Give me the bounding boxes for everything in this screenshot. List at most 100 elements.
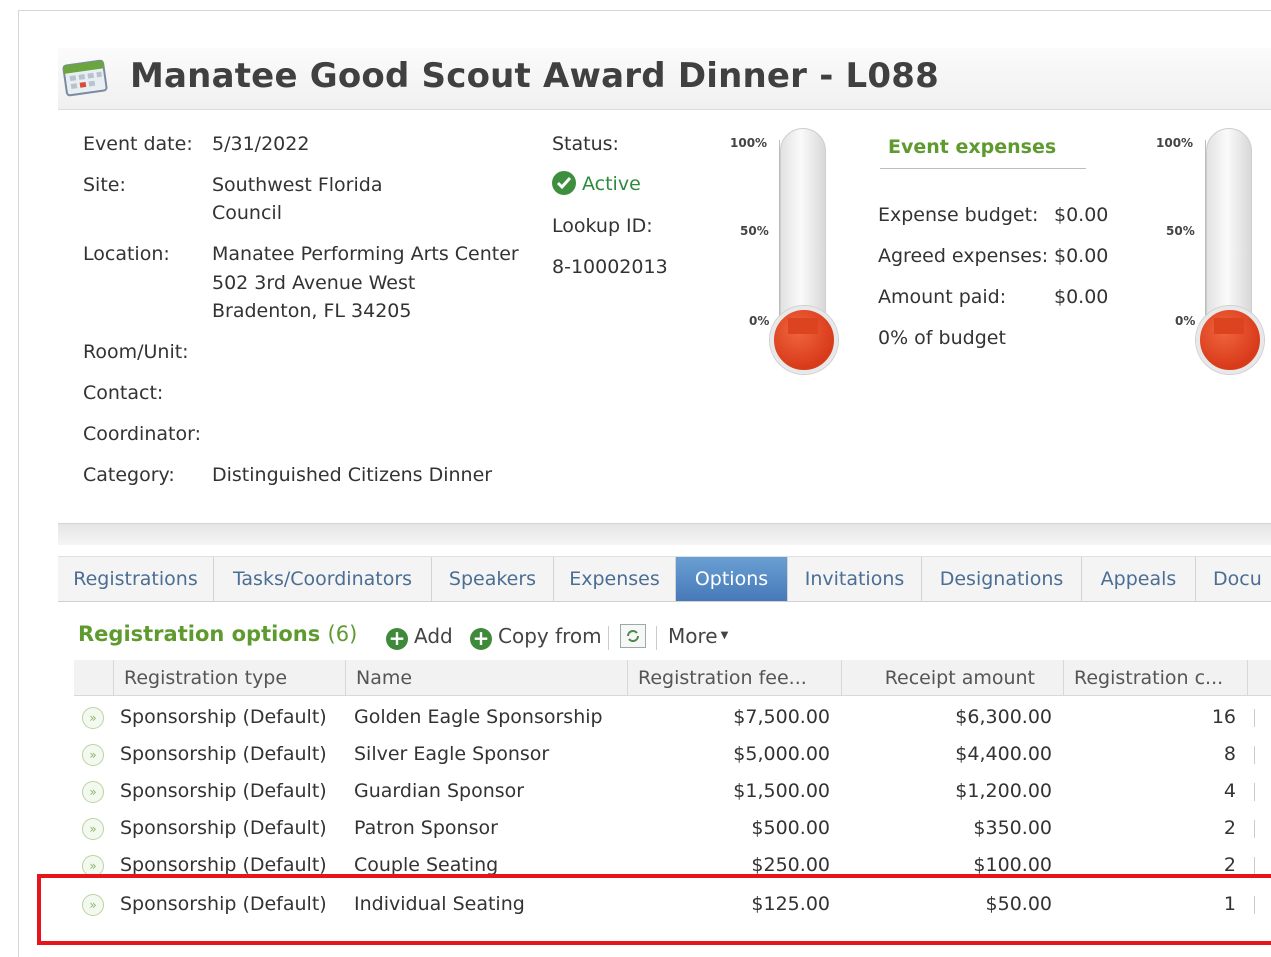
cell-registration-fee: $7,500.00: [733, 706, 830, 728]
column-divider: [1254, 783, 1255, 801]
location-line3: Bradenton, FL 34205: [212, 300, 412, 322]
cell-registration-fee: $5,000.00: [733, 743, 830, 765]
thermometer-100-label: 100%: [1156, 136, 1194, 150]
column-header-expand: [74, 660, 114, 696]
tab-bar: Registrations Tasks/Coordinators Speaker…: [58, 556, 1271, 602]
category-value: Distinguished Citizens Dinner: [212, 464, 493, 486]
agreed-expenses-label: Agreed expenses:: [878, 245, 1049, 267]
column-header-registration-fee[interactable]: Registration fee...: [628, 660, 842, 696]
cell-name: Guardian Sponsor: [354, 780, 525, 802]
toolbar-divider: [608, 626, 609, 650]
thermometer-scale: [768, 140, 780, 320]
expand-row-icon[interactable]: »: [82, 818, 104, 840]
tab-invitations[interactable]: Invitations: [788, 557, 922, 601]
budget-thermometer: 100% 50% 0%: [730, 128, 840, 388]
lookup-id-label: Lookup ID:: [552, 215, 653, 237]
column-header-name[interactable]: Name: [346, 660, 628, 696]
tab-tasks-coordinators[interactable]: Tasks/Coordinators: [214, 557, 432, 601]
add-icon: +: [470, 628, 492, 650]
site-value-line2: Council: [212, 202, 282, 224]
table-row[interactable]: » Sponsorship (Default) Patron Sponsor $…: [74, 810, 1271, 847]
table-row[interactable]: » Sponsorship (Default) Guardian Sponsor…: [74, 773, 1271, 810]
copy-from-label: Copy from: [498, 624, 602, 648]
expense-budget-value: $0.00: [1054, 204, 1109, 226]
cell-receipt-amount: $6,300.00: [955, 706, 1052, 728]
expand-row-icon[interactable]: »: [82, 781, 104, 803]
cell-registration-fee: $500.00: [751, 817, 830, 839]
cell-registration-type: Sponsorship (Default): [120, 706, 327, 728]
highlight-box: [37, 874, 1271, 945]
tab-appeals[interactable]: Appeals: [1082, 557, 1196, 601]
thermometer-scale: [1194, 140, 1206, 320]
location-label: Location:: [83, 243, 170, 265]
event-expenses-title[interactable]: Event expenses: [888, 136, 1056, 158]
cell-registration-fee: $1,500.00: [733, 780, 830, 802]
refresh-icon[interactable]: [620, 624, 646, 648]
section-title-text: Registration options: [78, 622, 321, 646]
lookup-id-value: 8-10002013: [552, 256, 668, 278]
cell-receipt-amount: $350.00: [973, 817, 1052, 839]
column-divider: [1254, 857, 1255, 875]
expense-budget-label: Expense budget:: [878, 204, 1039, 226]
column-header-receipt-amount[interactable]: Receipt amount: [842, 660, 1064, 696]
thermometer-0-label: 0%: [1175, 314, 1196, 328]
thermometer-50-label: 50%: [740, 224, 769, 238]
more-menu[interactable]: More ▼: [668, 624, 728, 648]
tab-designations[interactable]: Designations: [922, 557, 1082, 601]
section-separator: [58, 523, 1271, 545]
copy-from-button[interactable]: + Copy from: [470, 624, 602, 650]
grid-header: Registration type Name Registration fee.…: [74, 660, 1271, 696]
percent-of-budget: 0% of budget: [878, 327, 1006, 349]
location-line1: Manatee Performing Arts Center: [212, 243, 519, 265]
add-icon: +: [386, 628, 408, 650]
cell-registration-count: 16: [1211, 706, 1236, 728]
tab-speakers[interactable]: Speakers: [432, 557, 554, 601]
tab-documents[interactable]: Docu: [1196, 557, 1271, 601]
category-label: Category:: [83, 464, 175, 486]
location-line2: 502 3rd Avenue West: [212, 272, 416, 294]
tab-expenses[interactable]: Expenses: [554, 557, 676, 601]
cell-registration-type: Sponsorship (Default): [120, 780, 327, 802]
cell-registration-count: 8: [1223, 743, 1236, 765]
amount-paid-label: Amount paid:: [878, 286, 1007, 308]
table-row[interactable]: » Sponsorship (Default) Silver Eagle Spo…: [74, 736, 1271, 773]
amount-paid-value: $0.00: [1054, 286, 1109, 308]
page-header: Manatee Good Scout Award Dinner - L088: [58, 48, 1271, 110]
contact-label: Contact:: [83, 382, 164, 404]
expand-row-icon[interactable]: »: [82, 744, 104, 766]
cell-name: Golden Eagle Sponsorship: [354, 706, 603, 728]
cell-registration-count: 2: [1223, 817, 1236, 839]
status-label: Status:: [552, 133, 619, 155]
expenses-thermometer: 100% 50% 0%: [1156, 128, 1266, 388]
tab-options[interactable]: Options: [676, 557, 788, 601]
thermometer-fill: [788, 318, 818, 334]
check-icon: [552, 171, 576, 195]
calendar-icon: [61, 57, 111, 97]
dropdown-icon: ▼: [720, 630, 729, 641]
column-divider: [1254, 820, 1255, 838]
page-title: Manatee Good Scout Award Dinner - L088: [130, 56, 939, 96]
cell-registration-count: 4: [1223, 780, 1236, 802]
expand-row-icon[interactable]: »: [82, 707, 104, 729]
room-unit-label: Room/Unit:: [83, 341, 189, 363]
thermometer-fill: [1214, 318, 1244, 334]
thermometer-bulb: [770, 306, 838, 374]
column-divider: [1254, 709, 1255, 727]
divider: [880, 168, 1086, 169]
cell-name: Silver Eagle Sponsor: [354, 743, 550, 765]
agreed-expenses-value: $0.00: [1054, 245, 1109, 267]
cell-receipt-amount: $1,200.00: [955, 780, 1052, 802]
column-divider: [1254, 746, 1255, 764]
status-badge: Active: [552, 170, 641, 199]
toolbar-divider: [656, 626, 657, 650]
column-header-registration-type[interactable]: Registration type: [114, 660, 346, 696]
thermometer-bulb: [1196, 306, 1264, 374]
column-header-registration-count[interactable]: Registration c...: [1064, 660, 1248, 696]
more-label: More: [668, 624, 718, 648]
section-count: (6): [327, 622, 358, 646]
cell-registration-type: Sponsorship (Default): [120, 817, 327, 839]
table-row[interactable]: » Sponsorship (Default) Golden Eagle Spo…: [74, 699, 1271, 736]
event-date-value: 5/31/2022: [212, 133, 310, 155]
tab-registrations[interactable]: Registrations: [58, 557, 214, 601]
add-button[interactable]: + Add: [386, 624, 453, 650]
